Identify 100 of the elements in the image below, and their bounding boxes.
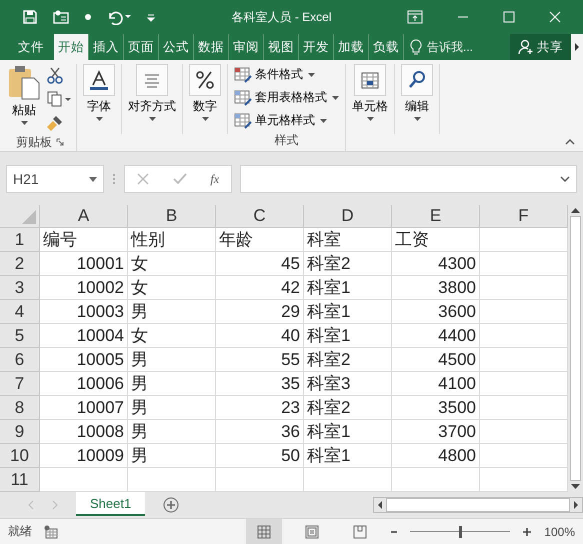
table-cell[interactable]: 年龄 (216, 228, 304, 252)
table-cell[interactable]: 10004 (40, 324, 128, 348)
row-header[interactable]: 6 (0, 348, 40, 372)
table-cell[interactable]: 29 (216, 300, 304, 324)
row-header[interactable]: 1 (0, 228, 40, 252)
normal-view-button[interactable] (246, 518, 282, 544)
ribbon-button[interactable]: 字体 (77, 64, 122, 134)
table-cell[interactable]: 科室1 (304, 300, 392, 324)
table-cell[interactable]: 科室 (304, 228, 392, 252)
ribbon-tab[interactable]: 文件 (8, 34, 54, 60)
table-cell[interactable]: 女 (128, 276, 216, 300)
table-cell[interactable] (392, 468, 480, 492)
table-cell[interactable]: 科室3 (304, 372, 392, 396)
table-cell[interactable]: 性别 (128, 228, 216, 252)
table-cell[interactable]: 50 (216, 444, 304, 468)
touch-mode-icon[interactable] (52, 9, 70, 25)
table-cell[interactable]: 4500 (392, 348, 480, 372)
column-header[interactable]: B (128, 205, 216, 228)
ribbon-button[interactable]: 编辑 (395, 64, 440, 134)
scroll-right-icon[interactable] (573, 501, 579, 509)
table-cell[interactable] (480, 300, 568, 324)
table-cell[interactable] (304, 468, 392, 492)
table-cell[interactable] (480, 324, 568, 348)
table-cell[interactable]: 男 (128, 372, 216, 396)
table-cell[interactable] (480, 228, 568, 252)
row-header[interactable]: 10 (0, 444, 40, 468)
check-icon[interactable] (172, 173, 187, 185)
table-cell[interactable]: 23 (216, 396, 304, 420)
table-cell[interactable]: 3800 (392, 276, 480, 300)
style-button[interactable]: 条件格式 (232, 64, 341, 85)
table-cell[interactable] (480, 372, 568, 396)
add-sheet-icon[interactable] (163, 497, 180, 513)
copy-icon[interactable] (46, 90, 72, 108)
row-header[interactable]: 5 (0, 324, 40, 348)
undo-icon[interactable] (106, 9, 132, 25)
table-cell[interactable]: 编号 (40, 228, 128, 252)
table-cell[interactable] (480, 420, 568, 444)
row-header[interactable]: 3 (0, 276, 40, 300)
table-cell[interactable] (480, 396, 568, 420)
column-header[interactable]: E (392, 205, 480, 228)
column-header[interactable]: A (40, 205, 128, 228)
table-cell[interactable]: 男 (128, 396, 216, 420)
column-header[interactable]: D (304, 205, 392, 228)
table-cell[interactable]: 4100 (392, 372, 480, 396)
table-cell[interactable]: 4400 (392, 324, 480, 348)
ribbon-button[interactable]: 单元格 (346, 64, 395, 134)
table-cell[interactable]: 4800 (392, 444, 480, 468)
table-cell[interactable]: 3500 (392, 396, 480, 420)
row-header[interactable]: 4 (0, 300, 40, 324)
table-cell[interactable] (480, 444, 568, 468)
table-cell[interactable]: 40 (216, 324, 304, 348)
horizontal-scrollbar[interactable] (373, 497, 583, 513)
name-box[interactable]: H21 (6, 165, 104, 193)
style-button[interactable]: 套用表格格式 (232, 87, 341, 108)
row-header[interactable]: 2 (0, 252, 40, 276)
table-cell[interactable]: 科室1 (304, 420, 392, 444)
ribbon-button[interactable]: 对齐方式 (122, 64, 183, 134)
row-header[interactable]: 9 (0, 420, 40, 444)
table-cell[interactable]: 工资 (392, 228, 480, 252)
table-cell[interactable]: 男 (128, 420, 216, 444)
column-header[interactable]: F (480, 205, 568, 228)
table-cell[interactable]: 3600 (392, 300, 480, 324)
table-cell[interactable]: 10007 (40, 396, 128, 420)
table-cell[interactable]: 男 (128, 300, 216, 324)
table-cell[interactable]: 42 (216, 276, 304, 300)
table-cell[interactable]: 科室1 (304, 324, 392, 348)
table-cell[interactable]: 10005 (40, 348, 128, 372)
maximize-icon[interactable] (503, 11, 515, 23)
table-cell[interactable]: 55 (216, 348, 304, 372)
expand-icon[interactable] (560, 176, 570, 182)
scrollbar-thumb[interactable] (386, 498, 570, 512)
row-header[interactable]: 8 (0, 396, 40, 420)
ribbon-tab[interactable]: 开始 (54, 34, 88, 60)
paste-button[interactable]: 粘贴 (8, 64, 40, 133)
collapse-ribbon-icon[interactable] (565, 139, 575, 145)
table-cell[interactable]: 10002 (40, 276, 128, 300)
table-cell[interactable]: 男 (128, 444, 216, 468)
table-cell[interactable]: 科室2 (304, 252, 392, 276)
close-icon[interactable] (549, 11, 561, 23)
style-button[interactable]: 单元格样式 (232, 110, 341, 131)
scrollbar-thumb[interactable] (570, 216, 581, 481)
sheet-tab[interactable]: Sheet1 (76, 492, 146, 516)
row-header[interactable]: 7 (0, 372, 40, 396)
scissors-icon[interactable] (46, 66, 64, 84)
dialog-launcher-icon[interactable] (56, 138, 64, 146)
scroll-right-button[interactable] (571, 34, 583, 60)
drag-handle-icon[interactable] (112, 173, 116, 185)
scroll-up-icon[interactable] (571, 207, 580, 213)
row-header[interactable]: 11 (0, 468, 40, 492)
ribbon-display-icon[interactable] (407, 10, 423, 24)
table-cell[interactable]: 女 (128, 324, 216, 348)
caret-icon[interactable] (89, 176, 97, 182)
table-cell[interactable]: 10003 (40, 300, 128, 324)
table-cell[interactable]: 男 (128, 348, 216, 372)
zoom-level[interactable]: 100% (544, 524, 575, 538)
table-cell[interactable]: 10001 (40, 252, 128, 276)
zoom-in-icon[interactable] (522, 526, 532, 536)
table-cell[interactable] (480, 276, 568, 300)
table-cell[interactable]: 10008 (40, 420, 128, 444)
column-header[interactable]: C (216, 205, 304, 228)
